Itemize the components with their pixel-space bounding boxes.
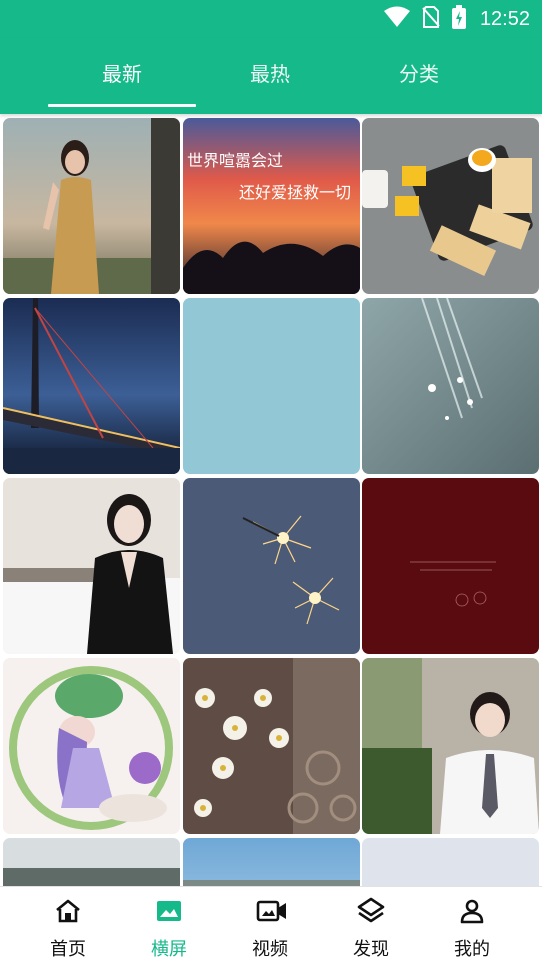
user-icon (458, 897, 486, 925)
nav-discover[interactable]: 发现 (317, 887, 425, 966)
tab-indicator (48, 104, 196, 107)
nav-landscape-label: 横屏 (151, 939, 187, 960)
tile-text-line2: 还好爱拯救一切 (239, 183, 351, 202)
wallpaper-tile-daisies[interactable] (183, 658, 360, 834)
wallpaper-tile-pale-gray[interactable] (362, 838, 539, 886)
wallpaper-tile-sunset-text[interactable]: 世界喧嚣会过 还好爱拯救一切 (183, 118, 360, 294)
bottom-navigation: 首页 横屏 视频 发现 我的 (0, 886, 542, 966)
status-time: 12:52 (479, 7, 530, 30)
nav-home[interactable]: 首页 (14, 887, 122, 966)
landscape-image-icon (155, 897, 183, 925)
wallpaper-tile-woman-gold-dress[interactable] (3, 118, 180, 294)
tab-latest[interactable]: 最新 (48, 56, 196, 92)
battery-charging-icon (451, 5, 466, 33)
status-icons: 12:52 (383, 5, 530, 33)
nav-discover-label: 发现 (353, 939, 389, 960)
wallpaper-tile-sparklers[interactable] (183, 478, 360, 654)
home-icon (54, 897, 82, 925)
wallpaper-tile-blue-sky[interactable] (183, 838, 360, 886)
nav-video[interactable]: 视频 (216, 887, 324, 966)
tab-hottest[interactable]: 最热 (196, 56, 344, 92)
wallpaper-tile-dark-red-art[interactable] (362, 478, 539, 654)
video-camera-icon (256, 897, 286, 925)
top-tab-bar: 最新 最热 分类 (0, 38, 542, 114)
wallpaper-tile-sparkling-water[interactable] (362, 298, 539, 474)
layers-icon (357, 897, 385, 925)
wallpaper-tile-breakfast[interactable] (362, 118, 539, 294)
nav-me[interactable]: 我的 (418, 887, 526, 966)
no-sim-icon (422, 6, 440, 32)
status-bar: 12:52 (0, 0, 542, 38)
tab-category[interactable]: 分类 (345, 56, 493, 92)
wallpaper-grid: 世界喧嚣会过 还好爱拯救一切 (3, 118, 539, 886)
nav-video-label: 视频 (252, 939, 288, 960)
wallpaper-tile-light-blue[interactable] (183, 298, 360, 474)
wallpaper-tile-young-man[interactable] (362, 658, 539, 834)
wallpaper-tile-anime-girl[interactable] (3, 658, 180, 834)
wifi-icon (383, 6, 410, 32)
wallpaper-tile-bridge-night[interactable] (3, 298, 180, 474)
nav-home-label: 首页 (50, 939, 86, 960)
nav-landscape[interactable]: 横屏 (115, 887, 223, 966)
tile-text-line1: 世界喧嚣会过 (187, 151, 283, 170)
wallpaper-tile-landscape-clouds[interactable] (3, 838, 180, 886)
nav-me-label: 我的 (454, 939, 490, 960)
wallpaper-tile-woman-blazer[interactable] (3, 478, 180, 654)
